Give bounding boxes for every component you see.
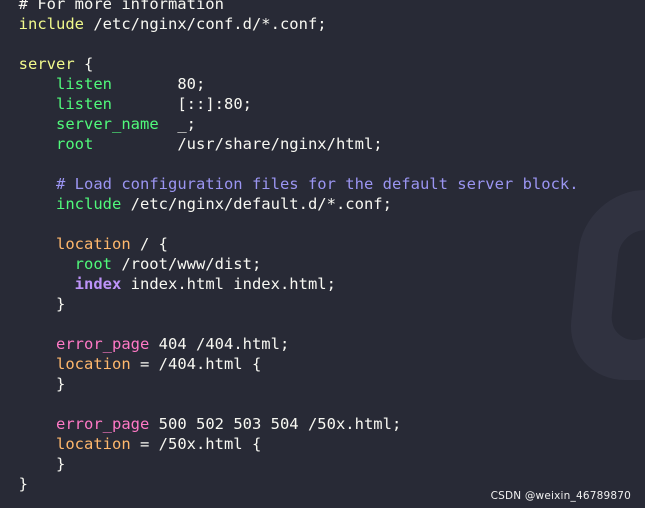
code-line[interactable]: location = /404.html { <box>0 354 579 374</box>
code-line[interactable]: } <box>0 374 579 394</box>
code-line[interactable] <box>0 394 579 414</box>
code-editor[interactable]: # For more information include /etc/ngin… <box>0 0 645 508</box>
code-line[interactable]: # For more information <box>0 0 579 14</box>
code-line[interactable]: error_page 404 /404.html; <box>0 334 579 354</box>
code-keyword: include <box>18 15 84 33</box>
code-text: [::]:80; <box>112 95 252 113</box>
code-line[interactable] <box>0 34 579 54</box>
code-text: } <box>56 375 66 393</box>
code-keyword: include <box>56 195 122 213</box>
code-line[interactable]: listen [::]:80; <box>0 94 579 114</box>
code-line[interactable]: server_name _; <box>0 114 579 134</box>
code-line[interactable] <box>0 154 579 174</box>
code-line[interactable]: root /usr/share/nginx/html; <box>0 134 579 154</box>
code-keyword: listen <box>56 75 112 93</box>
code-area[interactable]: # For more information include /etc/ngin… <box>0 0 579 494</box>
code-keyword: location <box>56 235 131 253</box>
code-text: } <box>18 475 29 493</box>
code-line[interactable]: listen 80; <box>0 74 579 94</box>
code-line[interactable] <box>0 214 579 234</box>
code-line[interactable]: index index.html index.html; <box>0 274 579 294</box>
code-text: 80; <box>112 75 206 93</box>
code-keyword: server <box>18 55 75 73</box>
code-text: /etc/nginx/default.d/*.conf; <box>121 195 392 213</box>
code-text: /etc/nginx/conf.d/*.conf; <box>84 15 327 33</box>
code-line[interactable]: } <box>0 454 579 474</box>
code-text: 404 /404.html; <box>149 335 290 353</box>
code-keyword: server_name <box>56 115 159 133</box>
code-text: } <box>56 295 66 313</box>
code-text: # For more information <box>18 0 224 13</box>
code-text: /usr/share/nginx/html; <box>93 135 383 153</box>
code-line[interactable]: root /root/www/dist; <box>0 254 579 274</box>
code-text: { <box>74 55 94 73</box>
code-text: _; <box>158 115 196 133</box>
code-line[interactable]: include /etc/nginx/conf.d/*.conf; <box>0 14 579 34</box>
code-line[interactable]: # Load configuration files for the defau… <box>0 174 579 194</box>
code-text: = /404.html { <box>130 355 262 373</box>
code-text: } <box>56 455 66 473</box>
code-keyword: root <box>74 255 112 273</box>
code-line[interactable]: } <box>0 294 579 314</box>
code-text: index.html index.html; <box>121 275 336 293</box>
code-line[interactable]: location = /50x.html { <box>0 434 579 454</box>
code-text: = /50x.html { <box>130 435 262 453</box>
csdn-watermark: CSDN @weixin_46789870 <box>490 490 631 502</box>
code-line[interactable]: location / { <box>0 234 579 254</box>
code-comment: # Load configuration files for the defau… <box>56 175 579 193</box>
code-keyword: index <box>74 275 122 293</box>
code-line[interactable] <box>0 314 579 334</box>
code-line[interactable]: error_page 500 502 503 504 /50x.html; <box>0 414 579 434</box>
code-line[interactable]: include /etc/nginx/default.d/*.conf; <box>0 194 579 214</box>
code-keyword: root <box>56 135 94 153</box>
code-text: /root/www/dist; <box>111 255 262 273</box>
code-keyword: location <box>56 355 131 373</box>
code-keyword: error_page <box>56 335 150 353</box>
code-keyword: error_page <box>56 415 150 433</box>
code-text: / { <box>130 235 168 253</box>
code-keyword: location <box>56 435 131 453</box>
code-keyword: listen <box>56 95 112 113</box>
code-line[interactable]: server { <box>0 54 579 74</box>
code-text: 500 502 503 504 /50x.html; <box>149 415 402 433</box>
